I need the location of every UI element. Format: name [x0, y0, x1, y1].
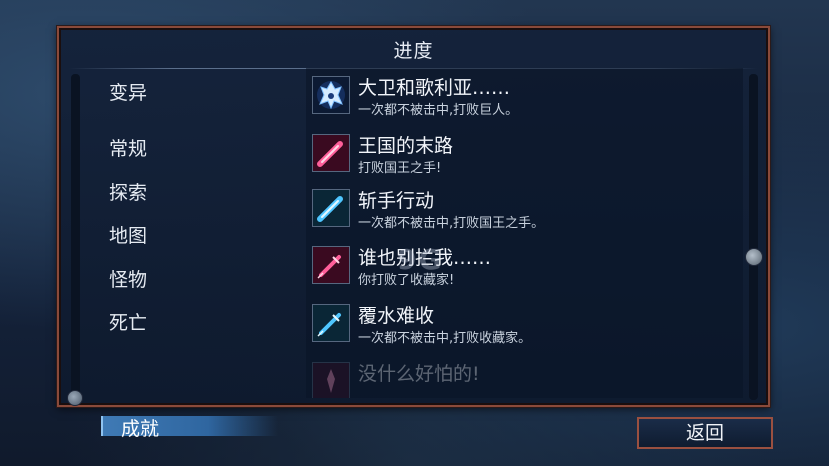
achievement-item[interactable]: 斩手行动 一次都不被击中,打败国王之手。 [312, 185, 732, 237]
sidebar-item-deaths[interactable]: 死亡 [109, 308, 147, 335]
achievement-title: 斩手行动 [358, 190, 435, 212]
pink-sword-icon [312, 134, 350, 172]
sidebar-item-general[interactable]: 常规 [109, 134, 147, 161]
giant-crest-icon [312, 76, 350, 114]
list-scrollbar[interactable] [749, 74, 758, 400]
sidebar-item-monsters[interactable]: 怪物 [109, 265, 147, 292]
achievement-title: 大卫和歌利亚…… [358, 77, 511, 99]
achievement-desc: 打败国王之手! [358, 161, 442, 176]
achievement-desc: 一次都不被击中,打败巨人。 [358, 103, 519, 118]
achievement-list: 大卫和歌利亚…… 一次都不被击中,打败巨人。 王国的末路 打败国王之手! 斩手行… [306, 68, 743, 398]
watermark-logo: 9G [397, 243, 444, 276]
achievement-item[interactable]: 王国的末路 打败国王之手! [312, 130, 732, 182]
list-scroll-knob[interactable] [745, 248, 763, 266]
achievement-item[interactable]: 大卫和歌利亚…… 一次都不被击中,打败巨人。 [312, 72, 732, 124]
achievement-desc: 一次都不被击中,打败国王之手。 [358, 216, 545, 231]
achievement-item[interactable]: 覆水难收 一次都不被击中,打败收藏家。 [312, 300, 732, 352]
sidebar-scroll-knob[interactable] [67, 390, 83, 406]
achievement-item[interactable]: 谁也别拦我…… 你打败了收藏家! [312, 242, 732, 294]
achievement-title: 王国的末路 [358, 135, 454, 157]
sidebar-item-achievements[interactable]: 成就 [101, 416, 278, 440]
achievement-title: 没什么好怕的! [358, 363, 480, 385]
dialog-title: 进度 [393, 40, 434, 62]
achievement-item[interactable]: 没什么好怕的! [312, 358, 732, 398]
faded-icon [312, 362, 350, 398]
cyan-sword-icon [312, 189, 350, 227]
pink-syringe-icon [312, 246, 350, 284]
cyan-syringe-icon [312, 304, 350, 342]
sidebar-item-exploration[interactable]: 探索 [109, 178, 147, 205]
achievement-desc: 一次都不被击中,打败收藏家。 [358, 331, 532, 346]
achievement-title: 覆水难收 [358, 305, 435, 327]
sidebar-item-label: 成就 [121, 418, 160, 440]
sidebar-item-map[interactable]: 地图 [109, 221, 147, 248]
sidebar-item-mutations[interactable]: 变异 [109, 78, 147, 105]
progress-dialog: 进度 变异 常规 探索 地图 怪物 死亡 成就 大卫和歌利亚…… 一次都不被击中… [56, 25, 771, 440]
back-button[interactable]: 返回 [637, 417, 773, 449]
sidebar-scrollbar[interactable] [71, 74, 80, 400]
